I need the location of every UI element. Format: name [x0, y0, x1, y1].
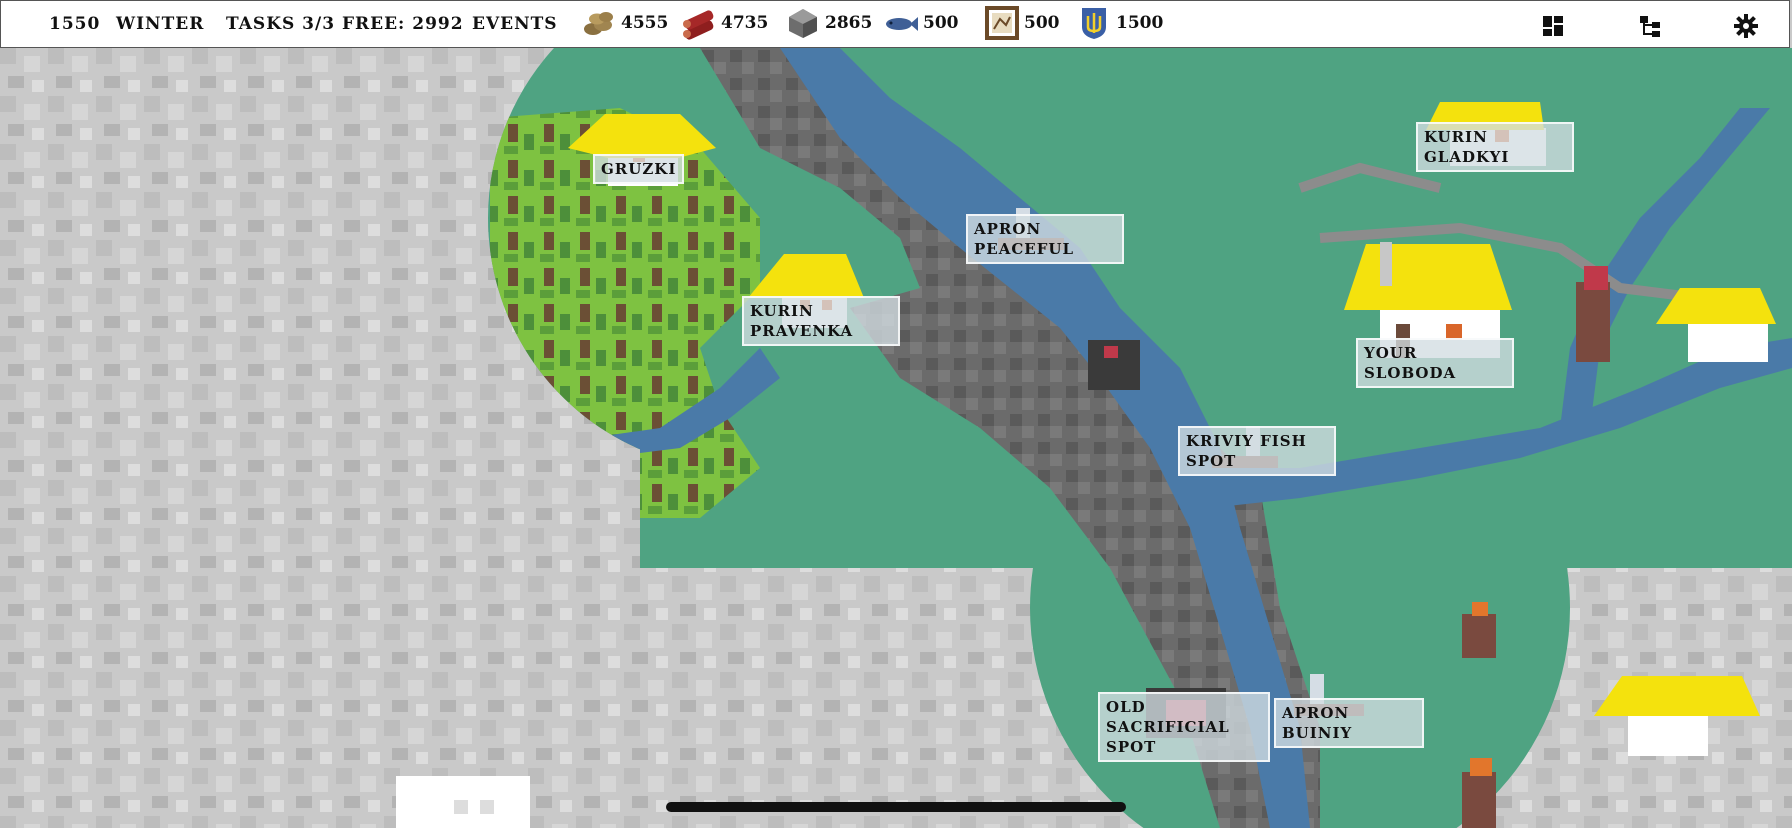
hierarchy-icon[interactable]: [1637, 13, 1663, 39]
resource-coins: 4555: [581, 5, 668, 41]
label-apron-buiniy[interactable]: APRON BUINIY: [1274, 698, 1424, 748]
label-gruzki[interactable]: GRUZKI: [593, 154, 685, 184]
world-map[interactable]: GRUZKI APRON PEACEFUL KURIN PRAVENKA KUR…: [0, 48, 1792, 828]
season-display: WINTER: [116, 14, 205, 34]
trident-emblem-icon: [1082, 8, 1106, 39]
resource-influence: 1500: [1076, 5, 1163, 41]
label-apron-peaceful[interactable]: APRON PEACEFUL: [966, 214, 1124, 264]
resource-logs: 4735: [681, 5, 768, 41]
resource-fish: 500: [883, 5, 959, 41]
map-frame-icon: [985, 6, 1019, 40]
layout-grid-icon[interactable]: [1540, 13, 1566, 39]
events-button[interactable]: EVENTS: [472, 14, 558, 34]
label-kurin-gladkyi[interactable]: KURIN GLADKYI: [1416, 122, 1574, 172]
fish-value: 500: [923, 13, 959, 33]
dark-shrine: [1088, 340, 1140, 390]
resource-maps: 500: [984, 5, 1060, 41]
stone-value: 2865: [825, 13, 873, 33]
label-old-sacrificial-spot[interactable]: OLD SACRIFICIAL SPOT: [1098, 692, 1270, 762]
fog-hut: [396, 776, 530, 828]
influence-value: 1500: [1116, 13, 1164, 33]
label-your-sloboda[interactable]: YOUR SLOBODA: [1356, 338, 1514, 388]
resource-stone: 2865: [785, 5, 872, 41]
logs-value: 4735: [721, 13, 769, 33]
gear-icon[interactable]: [1733, 13, 1759, 39]
home-indicator[interactable]: [666, 802, 1126, 812]
top-bar: 1550 WINTER TASKS 3/3 FREE: 2992 EVENTS …: [0, 0, 1790, 48]
coins-icon: [584, 12, 613, 35]
label-kriviy-fish-spot[interactable]: KRIVIY FISH SPOT: [1178, 426, 1336, 476]
label-kurin-pravenka[interactable]: KURIN PRAVENKA: [742, 296, 900, 346]
stone-icon: [789, 9, 817, 38]
maps-value: 500: [1024, 13, 1060, 33]
year-display: 1550: [49, 14, 101, 34]
logs-icon: [683, 10, 714, 40]
coins-value: 4555: [621, 13, 669, 33]
tasks-button[interactable]: TASKS 3/3 FREE: 2992: [226, 14, 464, 34]
fish-icon: [886, 17, 918, 31]
